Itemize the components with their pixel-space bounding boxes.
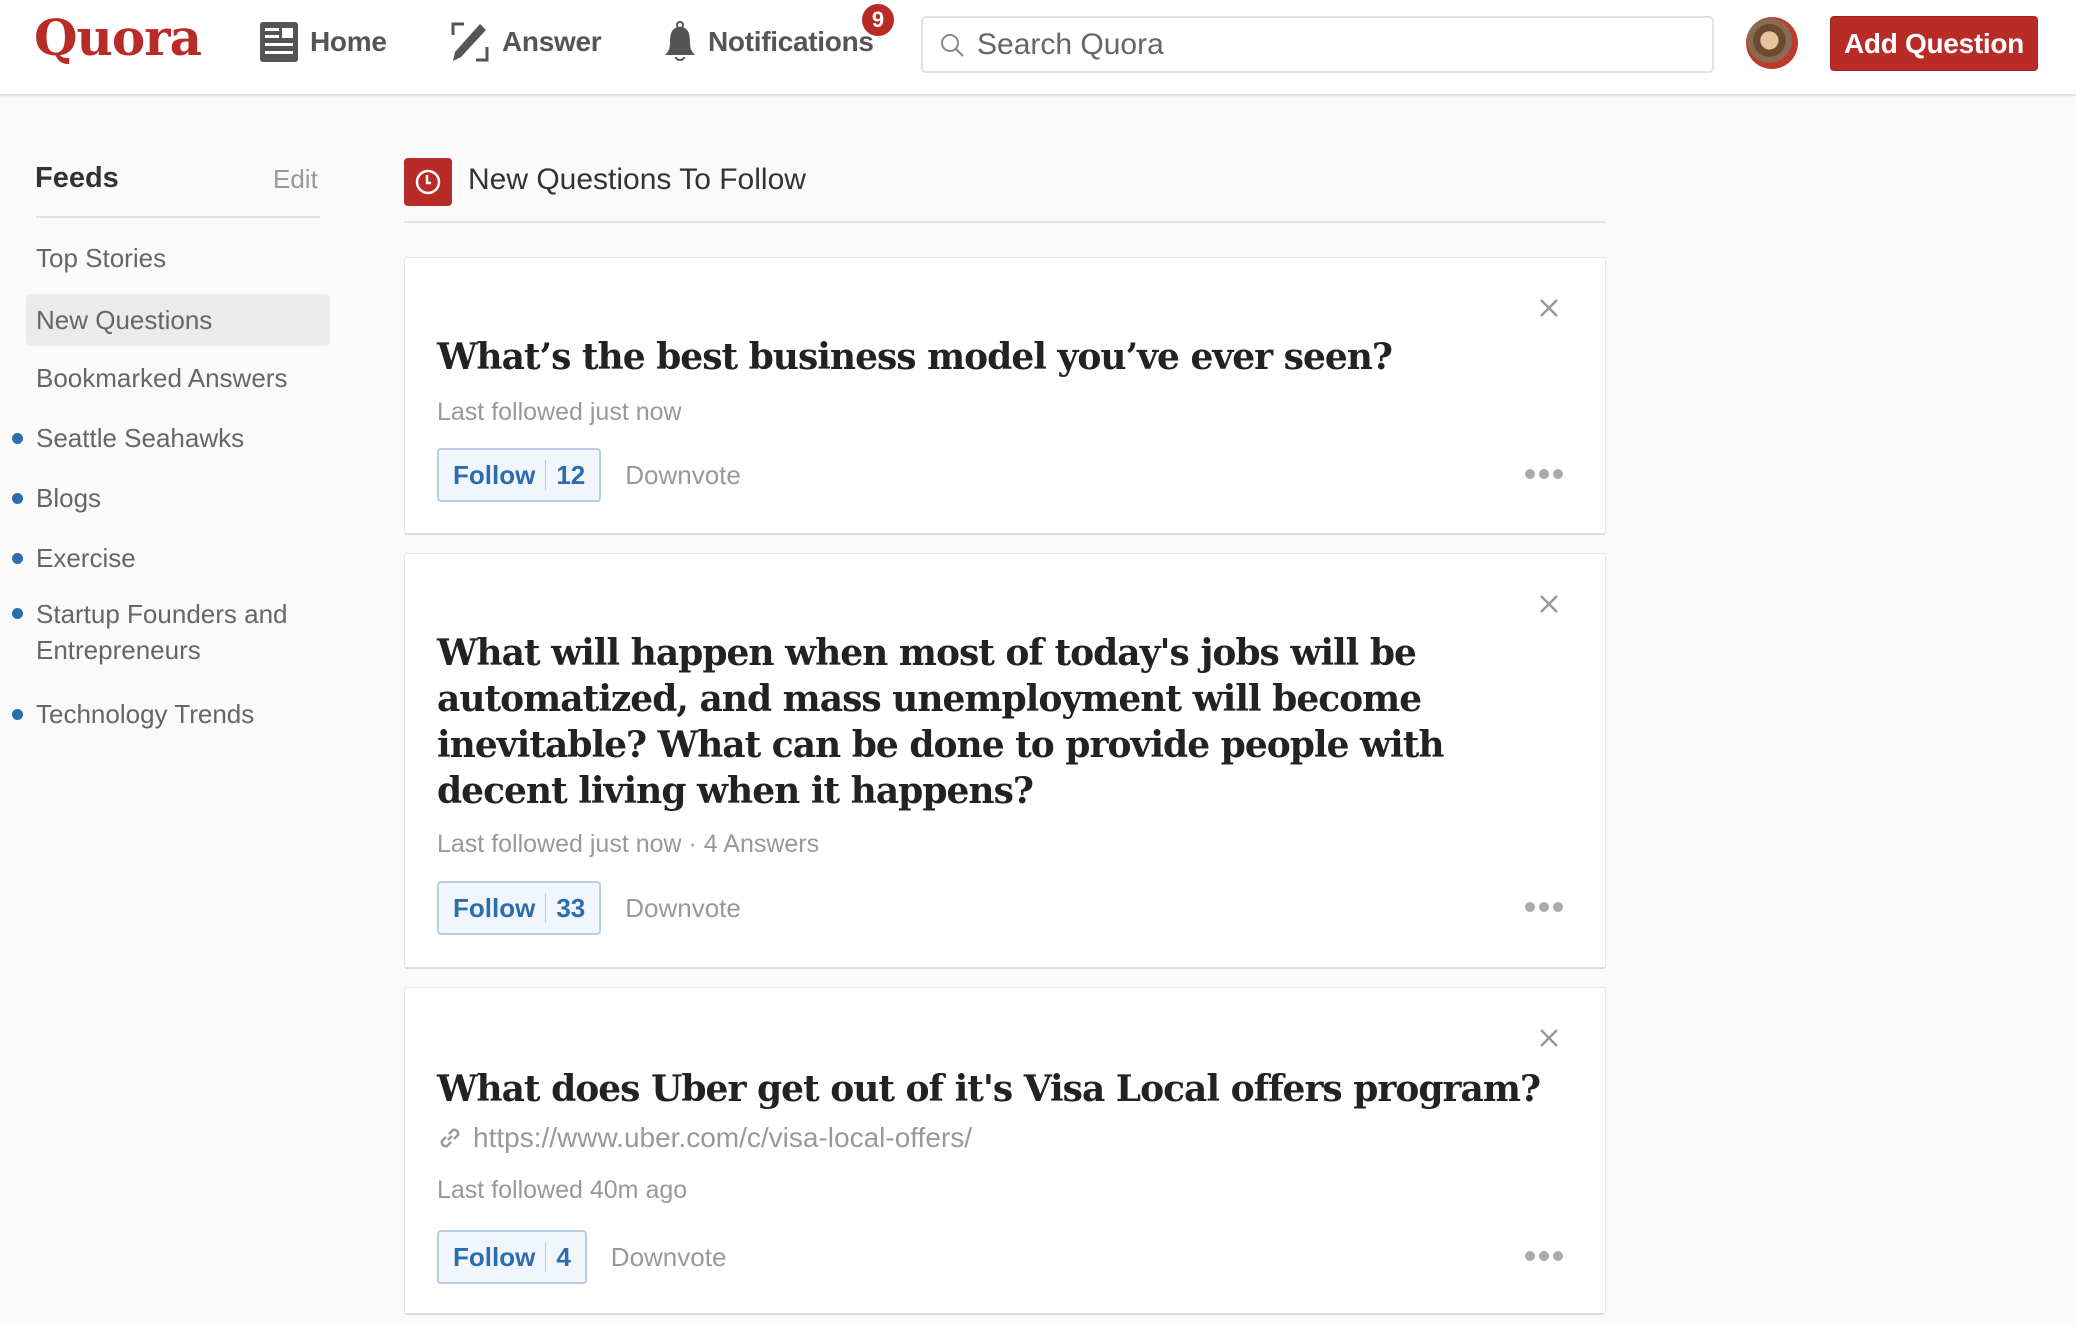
nav-home[interactable]: Home [260,20,387,64]
search-input[interactable] [977,27,1677,62]
feeds-divider [36,216,320,218]
close-icon[interactable] [1535,294,1563,322]
sidebar-item-label: New Questions [36,304,213,335]
sidebar-item-technology-trends[interactable]: Technology Trends [12,688,330,740]
follow-separator [545,460,547,490]
sidebar-item-new-questions[interactable]: New Questions [26,294,330,346]
sidebar-item-startup-founders[interactable]: Startup Founders and Entrepreneurs [12,596,326,676]
user-avatar[interactable] [1746,17,1798,69]
nav-notifications[interactable]: Notifications [664,20,874,64]
feed-header-divider [404,221,1606,223]
link-icon [440,1128,460,1148]
follow-button[interactable]: Follow 4 [437,1230,587,1284]
question-card: What does Uber get out of it's Visa Loca… [404,987,1606,1315]
sidebar-item-bookmarked-answers[interactable]: Bookmarked Answers [26,352,330,404]
bell-icon [665,21,695,61]
close-icon[interactable] [1535,590,1563,618]
unread-dot-icon [12,608,23,619]
sidebar-item-label: Seattle Seahawks [36,422,245,453]
downvote-button[interactable]: Downvote [611,1242,727,1273]
add-question-button[interactable]: Add Question [1830,16,2038,71]
question-card: What’s the best business model you’ve ev… [404,257,1606,535]
nav-answer-label: Answer [502,26,602,57]
question-title[interactable]: What will happen when most of today's jo… [437,630,1557,814]
more-options-icon[interactable] [1525,902,1563,914]
downvote-button[interactable]: Downvote [625,893,741,924]
sidebar-item-label: Technology Trends [36,698,255,729]
follow-count: 12 [556,459,586,490]
news-feed-icon [260,22,298,62]
unread-dot-icon [12,432,23,444]
follow-label: Follow [453,1241,536,1272]
quora-logo[interactable]: Quora [34,8,202,67]
sidebar-item-seattle-seahawks[interactable]: Seattle Seahawks [12,412,330,464]
follow-count: 33 [556,892,586,923]
question-link[interactable]: https://www.uber.com/c/visa-local-offers… [437,1122,972,1154]
clock-icon [404,158,452,206]
feed-header: New Questions To Follow [404,158,1606,222]
nav-answer[interactable]: Answer [450,20,602,64]
sidebar-item-label: Top Stories [36,242,167,273]
unread-dot-icon [12,708,23,720]
feeds-edit-link[interactable]: Edit [273,164,318,195]
close-icon[interactable] [1535,1024,1563,1052]
question-actions: Follow 33 Downvote [437,881,741,935]
pencil-edit-icon [451,22,489,62]
question-meta: Last followed just now [437,398,682,426]
more-options-icon[interactable] [1525,1251,1563,1263]
search-box[interactable] [921,16,1714,73]
sidebar-item-blogs[interactable]: Blogs [12,472,330,524]
follow-button[interactable]: Follow 12 [437,448,602,502]
follow-count: 4 [556,1241,571,1272]
question-actions: Follow 12 Downvote [437,448,741,502]
more-options-icon[interactable] [1525,469,1563,481]
unread-dot-icon [12,492,23,504]
nav-notifications-label: Notifications [708,26,874,57]
follow-separator [545,1242,547,1272]
unread-dot-icon [12,552,23,564]
question-actions: Follow 4 Downvote [437,1230,726,1284]
search-icon [941,33,964,57]
top-header: Quora Home Answer Notifications 9 Search… [0,0,2076,96]
follow-label: Follow [453,459,536,490]
question-link-url[interactable]: https://www.uber.com/c/visa-local-offers… [473,1122,972,1154]
question-meta: Last followed just now · 4 Answers [437,830,820,858]
follow-label: Follow [453,892,536,923]
notification-count-badge: 9 [860,2,896,38]
sidebar-item-exercise[interactable]: Exercise [12,532,330,584]
sidebar-item-top-stories[interactable]: Top Stories [26,232,330,284]
follow-button[interactable]: Follow 33 [437,881,602,935]
feed-title: New Questions To Follow [468,163,806,196]
question-title[interactable]: What does Uber get out of it's Visa Loca… [437,1066,1557,1112]
follow-separator [545,893,547,923]
feeds-title: Feeds [35,162,119,194]
question-meta: Last followed 40m ago [437,1176,688,1204]
nav-home-label: Home [310,26,387,57]
sidebar-item-label: Bookmarked Answers [36,362,288,393]
sidebar-item-label: Exercise [36,542,136,573]
sidebar-item-label: Blogs [36,482,102,513]
question-title[interactable]: What’s the best business model you’ve ev… [437,334,1557,380]
question-card: What will happen when most of today's jo… [404,553,1606,969]
sidebar-item-label: Startup Founders and Entrepreneurs [36,599,288,665]
downvote-button[interactable]: Downvote [625,460,741,491]
